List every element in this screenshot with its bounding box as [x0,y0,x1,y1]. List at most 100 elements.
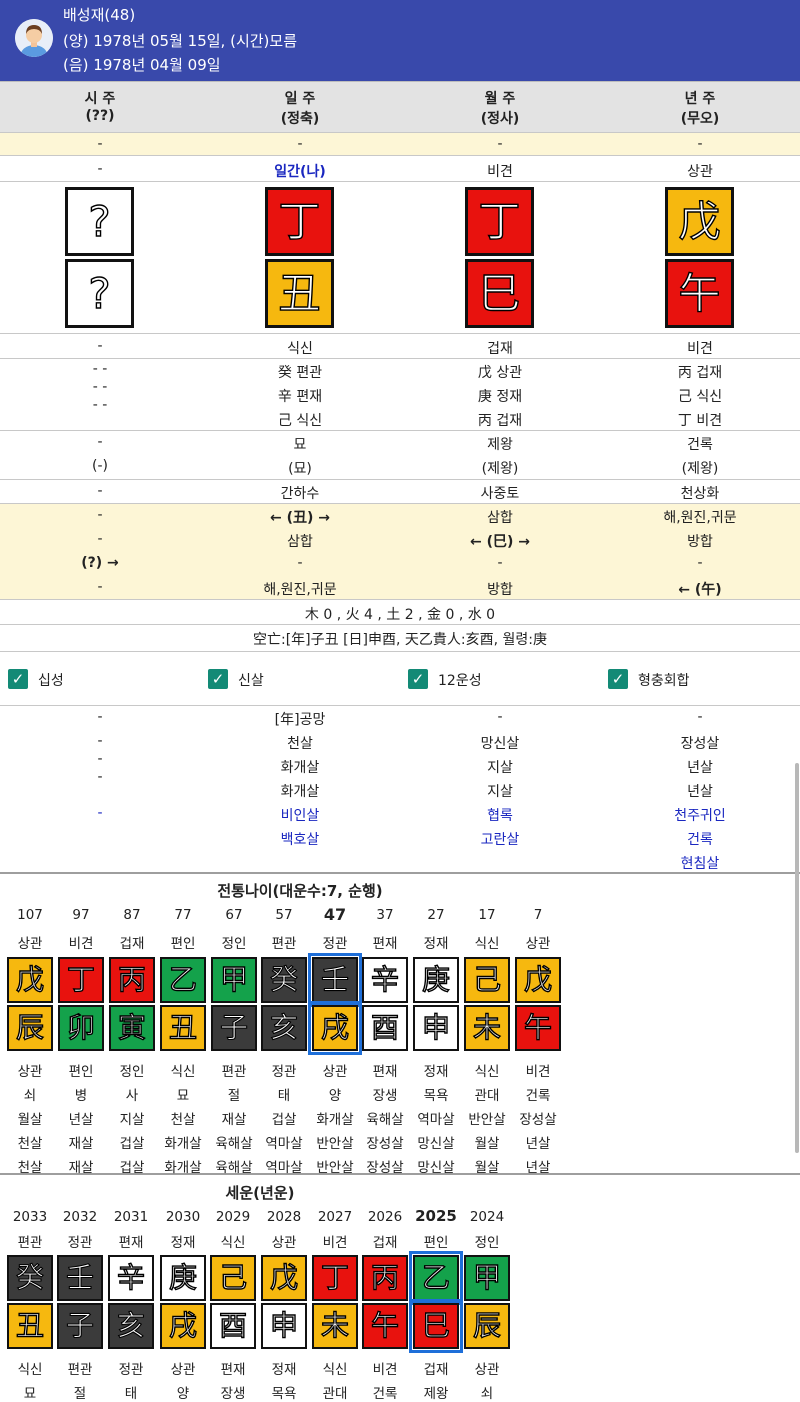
dash-cell: - [697,136,703,152]
seun-stem[interactable]: 癸 [7,1255,53,1301]
stem-tile[interactable]: ? [65,187,134,256]
daeun-branch[interactable]: 亥 [261,1005,307,1051]
daeun-stem[interactable]: 癸 [261,957,307,1003]
seun-stem[interactable]: 甲 [464,1255,510,1301]
daeun-branch[interactable]: 戌 [308,1001,362,1055]
branch-tile[interactable]: 巳 [465,259,534,328]
checkbox-0[interactable]: ✓ [8,669,28,689]
daeun-info: 천살 [17,1160,43,1176]
unseong-paren-cell: (-) [92,458,108,474]
seun-stem[interactable]: 丁 [312,1255,358,1301]
daeun-branch[interactable]: 寅 [109,1005,155,1051]
branch-char: 丑 [278,268,321,318]
jijanggan-rows: - - - - - - 癸 편관 辛 편재 己 식신 戊 상관 庚 정재 丙 겁재 丙 겁재 己 식… [0,359,800,431]
seun-branch[interactable]: 子 [57,1303,103,1349]
daeun-branch-char: 辰 [15,1011,44,1044]
seun-stem[interactable]: 壬 [57,1255,103,1301]
seun-stem[interactable]: 乙 [409,1251,463,1305]
daeun-stem-char: 戊 [15,963,44,996]
daeun-branch[interactable]: 申 [413,1005,459,1051]
seun-info: 양 [176,1386,190,1402]
daeun-sipsin: 상관 [525,936,551,952]
stem-tile[interactable]: 戊 [665,187,734,256]
seun-branch[interactable]: 申 [261,1303,307,1349]
daeun-info: 월살 [474,1160,500,1176]
jijanggan-cell: 己 식신 [677,389,723,405]
daeun-branch[interactable]: 丑 [160,1005,206,1051]
daeun-stem[interactable]: 甲 [211,957,257,1003]
daeun-age: 77 [174,907,192,923]
sinsal-blue-cell: 건록 [687,832,713,848]
seun-branch[interactable]: 未 [312,1303,358,1349]
daeun-stem[interactable]: 辛 [362,957,408,1003]
daeun-branch[interactable]: 酉 [362,1005,408,1051]
daeun-branch[interactable]: 午 [515,1005,561,1051]
daeun-info: 화개살 [164,1136,202,1152]
checkbox-label[interactable]: 12운성 [438,670,482,690]
branch-tile[interactable]: 丑 [265,259,334,328]
checkbox-label[interactable]: 형충회합 [638,670,690,690]
daeun-age: 7 [533,907,543,923]
seun-branch-char: 未 [320,1309,349,1342]
daeun-stem[interactable]: 庚 [413,957,459,1003]
sinsal-cell: - [97,733,103,749]
unseong-cell: 건록 [687,437,713,453]
daeun-age: 87 [123,907,141,923]
sinsal-blue-cell: 고란살 [480,832,520,848]
stem-tile[interactable]: 丁 [465,187,534,256]
hap-cell: (?) → [81,555,119,571]
checkbox-label[interactable]: 십성 [38,670,64,690]
seun-year: 2033 [12,1209,48,1225]
daeun-stem[interactable]: 壬 [308,953,362,1007]
seun-stem-char: 丙 [370,1261,399,1294]
daeun-stem[interactable]: 丙 [109,957,155,1003]
seun-stem[interactable]: 辛 [108,1255,154,1301]
seun-stem[interactable]: 庚 [160,1255,206,1301]
daeun-branch[interactable]: 未 [464,1005,510,1051]
daeun-stem[interactable]: 丁 [58,957,104,1003]
checkbox-1[interactable]: ✓ [208,669,228,689]
seun-branch[interactable]: 巳 [409,1299,463,1353]
daeun-branch[interactable]: 子 [211,1005,257,1051]
branch-tile[interactable]: 午 [665,259,734,328]
seun-stem[interactable]: 戊 [261,1255,307,1301]
daeun-stem[interactable]: 戊 [515,957,561,1003]
daeun-branch[interactable]: 辰 [7,1005,53,1051]
daeun-stem[interactable]: 己 [464,957,510,1003]
sinsal-cell: 년살 [687,760,713,776]
daeun-info: 반안살 [316,1160,354,1176]
pillar-title: 시 주 [84,91,116,107]
seun-branch[interactable]: 午 [362,1303,408,1349]
seun-sipsin: 비견 [322,1235,348,1251]
seun-stem[interactable]: 丙 [362,1255,408,1301]
seun-stem[interactable]: 己 [210,1255,256,1301]
daeun-stem[interactable]: 戊 [7,957,53,1003]
daeun-info: 목욕 [423,1088,449,1104]
profile-header[interactable]: 배성재(48) (양) 1978년 05월 15일, (시간)모름 (음) 19… [0,0,800,81]
seun-branch[interactable]: 酉 [210,1303,256,1349]
daeun-info: 비견 [525,1064,551,1080]
daeun-section: 전통나이(대운수:7, 순행) 107 상관 戊辰 상관 쇠 월살 천살 천살 97 비견 丁卯 편인 병… [0,875,800,1176]
stem-tile[interactable]: 丁 [265,187,334,256]
seun-branch[interactable]: 辰 [464,1303,510,1349]
daeun-info: 병 [74,1088,88,1104]
ohaeng-row: 木 0 , 火 4 , 土 2 , 金 0 , 水 0 [0,600,800,625]
checkbox-2[interactable]: ✓ [408,669,428,689]
seun-branch[interactable]: 戌 [160,1303,206,1349]
branch-tile[interactable]: ? [65,259,134,328]
branch-char: 巳 [478,268,521,318]
scrollbar[interactable] [795,763,799,1153]
daeun-stem[interactable]: 乙 [160,957,206,1003]
avatar-icon [15,19,53,57]
daeun-sipsin: 정인 [221,936,247,952]
seun-branch[interactable]: 丑 [7,1303,53,1349]
seun-info: 목욕 [271,1386,297,1402]
pillar-ganzhi-name: (??) [85,108,115,124]
seun-info: 편관 [67,1362,93,1378]
daeun-branch[interactable]: 卯 [58,1005,104,1051]
hap-cell: - [97,579,103,595]
seun-title: 세운(년운) [225,1184,295,1202]
seun-branch[interactable]: 亥 [108,1303,154,1349]
checkbox-label[interactable]: 신살 [238,670,264,690]
checkbox-3[interactable]: ✓ [608,669,628,689]
